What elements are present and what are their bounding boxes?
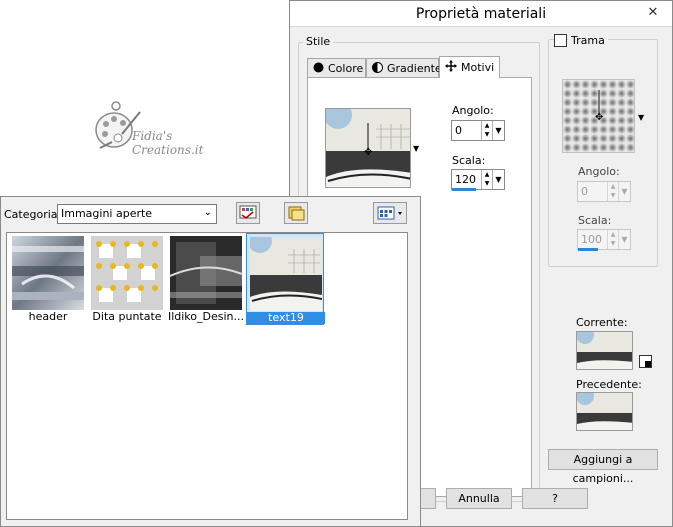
tab-colore[interactable]: Colore: [307, 58, 366, 78]
filled-circle-icon: [313, 62, 324, 76]
thumbnail-ildiko[interactable]: [170, 236, 242, 310]
thumbnail-view-icon: [377, 206, 402, 220]
category-select-value[interactable]: Immagini aperte: [61, 207, 152, 220]
texture-angle-value[interactable]: 0: [578, 182, 607, 201]
previous-swatch[interactable]: [576, 392, 633, 431]
thumbnail-text19[interactable]: [250, 237, 322, 311]
pattern-scale-label: Scala:: [452, 154, 486, 167]
swap-icon[interactable]: [639, 355, 652, 368]
list-item-caption: Dita puntate: [92, 311, 162, 323]
style-group-label: Stile: [303, 35, 334, 48]
pattern-angle-label: Angolo:: [452, 104, 494, 117]
list-item-caption: text19: [247, 312, 325, 324]
spin-arrows-icon[interactable]: ▲ ▼: [481, 170, 492, 189]
pattern-swatch[interactable]: ✥: [325, 108, 411, 188]
list-item-caption: header: [28, 311, 68, 323]
half-circle-icon: [372, 61, 383, 76]
pattern-scale-value[interactable]: 120: [452, 170, 481, 189]
close-button[interactable]: ✕: [640, 3, 666, 23]
pattern-dropdown-arrow[interactable]: ▼: [413, 144, 419, 153]
fidia-creations-logo: Fidia's Creations.it: [92, 98, 242, 158]
pattern-scale-slider[interactable]: [452, 188, 476, 191]
materials-browser-panel: Categoria: Immagini aperte ⌄ header Dita…: [0, 196, 421, 527]
spin-arrows-icon[interactable]: ▲ ▼: [607, 230, 618, 249]
texture-scale-label: Scala:: [578, 214, 612, 227]
texture-checkbox-label[interactable]: Trama: [568, 34, 608, 47]
tab-motivi[interactable]: Motivi: [439, 56, 500, 78]
list-item[interactable]: header: [9, 233, 87, 325]
list-item-caption: Ildiko_Desin...: [167, 311, 245, 323]
pattern-angle-value[interactable]: 0: [452, 121, 481, 140]
previous-label: Precedente:: [576, 378, 642, 391]
pattern-scale-spinner[interactable]: 120 ▲ ▼ ▼: [451, 169, 505, 190]
spin-arrows-icon[interactable]: ▲ ▼: [607, 182, 618, 201]
texture-scale-value[interactable]: 100: [578, 230, 607, 249]
logo-text: Fidia's Creations.it: [132, 129, 204, 157]
view-options-button[interactable]: [373, 202, 407, 224]
tab-colore-label: Colore: [328, 62, 364, 75]
thumbnail-header[interactable]: [12, 236, 84, 310]
folder-icon: [288, 206, 305, 221]
current-swatch[interactable]: [576, 331, 633, 370]
texture-checkbox[interactable]: [554, 34, 567, 47]
chevron-down-icon[interactable]: ▼: [492, 170, 504, 189]
move-arrows-icon: [445, 60, 457, 75]
thumbnail-dita-puntate[interactable]: [91, 236, 163, 310]
list-item[interactable]: Dita puntate: [88, 233, 166, 325]
palette-grid-icon: [239, 205, 257, 220]
chevron-down-icon[interactable]: ▼: [492, 121, 504, 140]
pattern-angle-spinner[interactable]: 0 ▲ ▼ ▼: [451, 120, 505, 141]
help-button[interactable]: ?: [522, 488, 588, 509]
current-label: Corrente:: [576, 316, 628, 329]
list-item-selected[interactable]: text19: [246, 233, 325, 325]
tab-motivi-label: Motivi: [461, 61, 495, 74]
open-folder-button[interactable]: [284, 202, 308, 224]
chevron-down-icon[interactable]: ▼: [618, 182, 630, 201]
texture-angle-spinner[interactable]: 0 ▲ ▼ ▼: [577, 181, 631, 202]
texture-swatch[interactable]: ✥: [562, 79, 635, 153]
texture-scale-spinner[interactable]: 100 ▲ ▼ ▼: [577, 229, 631, 250]
category-select[interactable]: Immagini aperte ⌄: [57, 204, 217, 224]
chevron-down-icon[interactable]: ▼: [618, 230, 630, 249]
list-item[interactable]: Ildiko_Desin...: [167, 233, 245, 325]
swatch-palette-button[interactable]: [236, 202, 260, 224]
chevron-down-icon[interactable]: ⌄: [204, 205, 212, 221]
spin-arrows-icon[interactable]: ▲ ▼: [481, 121, 492, 140]
texture-angle-label: Angolo:: [578, 165, 620, 178]
svg-text:✥: ✥: [364, 147, 372, 158]
category-label: Categoria:: [4, 208, 62, 221]
tab-gradiente[interactable]: Gradiente: [366, 58, 442, 78]
texture-dropdown-arrow[interactable]: ▼: [638, 113, 644, 122]
dialog-title: Proprietà materiali: [290, 1, 672, 27]
cancel-button[interactable]: Annulla: [446, 488, 512, 509]
svg-text:✥: ✥: [595, 112, 603, 123]
tab-gradiente-label: Gradiente: [387, 62, 442, 75]
material-thumbnail-list: header Dita puntate Ildiko_Desin... text…: [6, 232, 408, 520]
add-to-swatches-button[interactable]: Aggiungi a campioni...: [548, 449, 658, 485]
texture-scale-slider[interactable]: [578, 248, 598, 251]
